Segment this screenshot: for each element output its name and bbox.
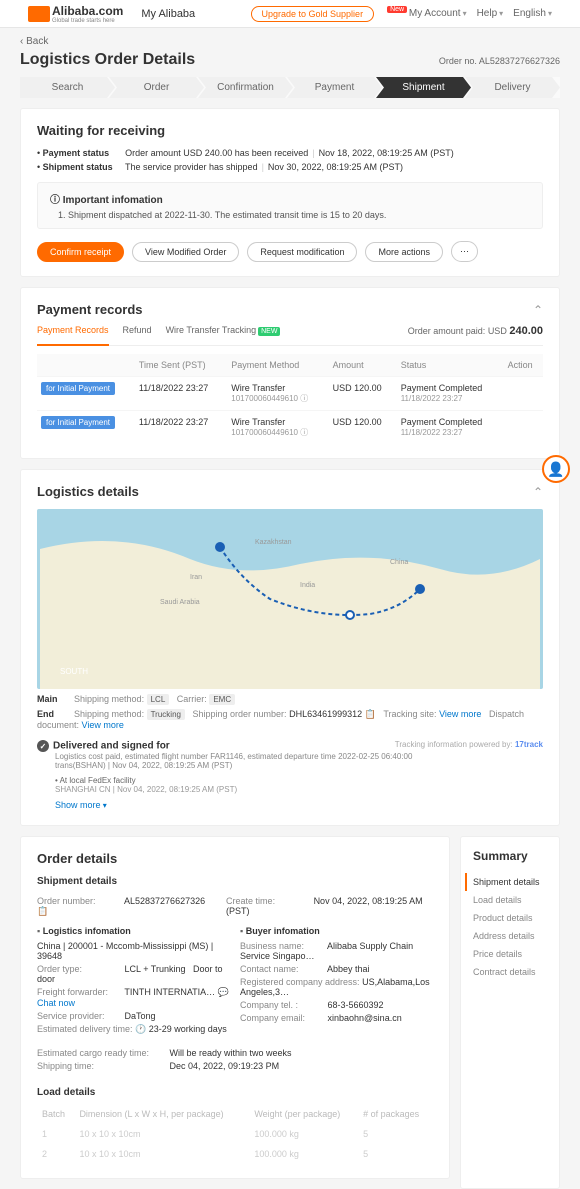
summary-item[interactable]: Product details [473,909,547,927]
order-no: Order no. AL52837276627326 [439,56,560,66]
table-row: 110 x 10 x 10cm100.000 kg5 [37,1124,433,1144]
logo-icon [28,6,50,22]
more-actions-button[interactable]: More actions [365,242,443,262]
summary-panel: Summary Shipment detailsLoad detailsProd… [460,836,560,1189]
summary-item[interactable]: Address details [473,927,547,945]
important-info-box: Important infomation 1. Shipment dispatc… [37,182,543,229]
payment-table: Time Sent (PST)Payment Method AmountStat… [37,354,543,444]
summary-item[interactable]: Contract details [473,963,547,981]
step-shipment: Shipment [376,77,471,98]
svg-text:Kazakhstan: Kazakhstan [255,539,292,546]
end-line: End Shipping method: Trucking Shipping o… [37,709,543,730]
lang-menu[interactable]: English [513,8,552,19]
waiting-title: Waiting for receiving [37,123,543,138]
logo[interactable]: Alibaba.com Global trade starts here [28,4,123,24]
logo-tagline: Global trade starts here [52,18,123,24]
payment-records-card: Payment records ⌃ Payment Records Refund… [20,287,560,459]
step-confirmation: Confirmation [198,77,293,98]
waiting-card: Waiting for receiving • Payment status O… [20,108,560,277]
chat-fab[interactable]: 👤 [542,455,570,483]
summary-item[interactable]: Shipment details [465,873,547,891]
progress-bar: Search Order Confirmation Payment Shipme… [20,77,560,98]
load-table: BatchDimension (L x W x H, per package)W… [37,1104,433,1164]
view-more-dispatch[interactable]: View more [82,720,124,730]
nav-my-alibaba[interactable]: My Alibaba [141,8,195,20]
tab-payment-records[interactable]: Payment Records [37,325,109,346]
summary-item[interactable]: Price details [473,945,547,963]
svg-text:China: China [390,559,408,566]
view-modified-button[interactable]: View Modified Order [132,242,239,262]
upgrade-button[interactable]: Upgrade to Gold Supplier [251,6,375,22]
route-map[interactable]: Kazakhstan Iran India China Saudi Arabia… [37,509,543,689]
page-title: Logistics Order Details [20,51,195,69]
info-item: 1. Shipment dispatched at 2022-11-30. Th… [58,210,530,220]
summary-item[interactable]: Load details [473,891,547,909]
account-menu[interactable]: New My Account [384,8,467,19]
payment-card-header[interactable]: Payment records ⌃ [37,302,543,317]
chevron-up-icon: ⌃ [533,303,543,317]
shipment-status-line: • Shipment status The service provider h… [37,162,543,172]
info-title: Important infomation [50,191,530,206]
chevron-up-icon: ⌃ [533,485,543,499]
back-link[interactable]: Back [20,28,560,51]
amount-paid: Order amount paid: USD 240.00 [408,325,543,339]
table-row: 210 x 10 x 10cm100.000 kg5 [37,1144,433,1164]
help-menu[interactable]: Help [477,8,504,19]
step-payment: Payment [287,77,382,98]
svg-text:Saudi Arabia: Saudi Arabia [160,599,200,606]
svg-text:India: India [300,582,315,589]
tab-wire-tracking[interactable]: Wire Transfer TrackingNEW [166,325,281,339]
table-row: for Initial Payment11/18/2022 23:27Wire … [37,377,543,411]
show-more-tracking[interactable]: Show more [55,800,107,810]
request-mod-button[interactable]: Request modification [247,242,357,262]
logistics-card-header[interactable]: Logistics details ⌃ [37,484,543,499]
step-order: Order [109,77,204,98]
logistics-card: Logistics details ⌃ Kazakhstan Iran Indi… [20,469,560,826]
svg-text:Iran: Iran [190,574,202,581]
tracking-powered: Tracking information powered by: 17track [395,740,543,749]
main-line: Main Shipping method: LCL Carrier: EMC [37,694,543,704]
confirm-receipt-button[interactable]: Confirm receipt [37,242,124,262]
order-details-card: Order details Shipment details Order num… [20,836,450,1179]
tab-refund[interactable]: Refund [123,325,152,339]
new-badge: New [387,6,407,13]
svg-text:SOUTH: SOUTH [60,667,88,676]
logo-text: Alibaba.com [52,4,123,18]
step-search: Search [20,77,115,98]
payment-status-line: • Payment status Order amount USD 240.00… [37,148,543,158]
more-icon-button[interactable]: ⋯ [451,241,478,262]
table-row: for Initial Payment11/18/2022 23:27Wire … [37,411,543,445]
view-more-tracking[interactable]: View more [439,709,481,719]
step-delivery: Delivery [465,77,560,98]
